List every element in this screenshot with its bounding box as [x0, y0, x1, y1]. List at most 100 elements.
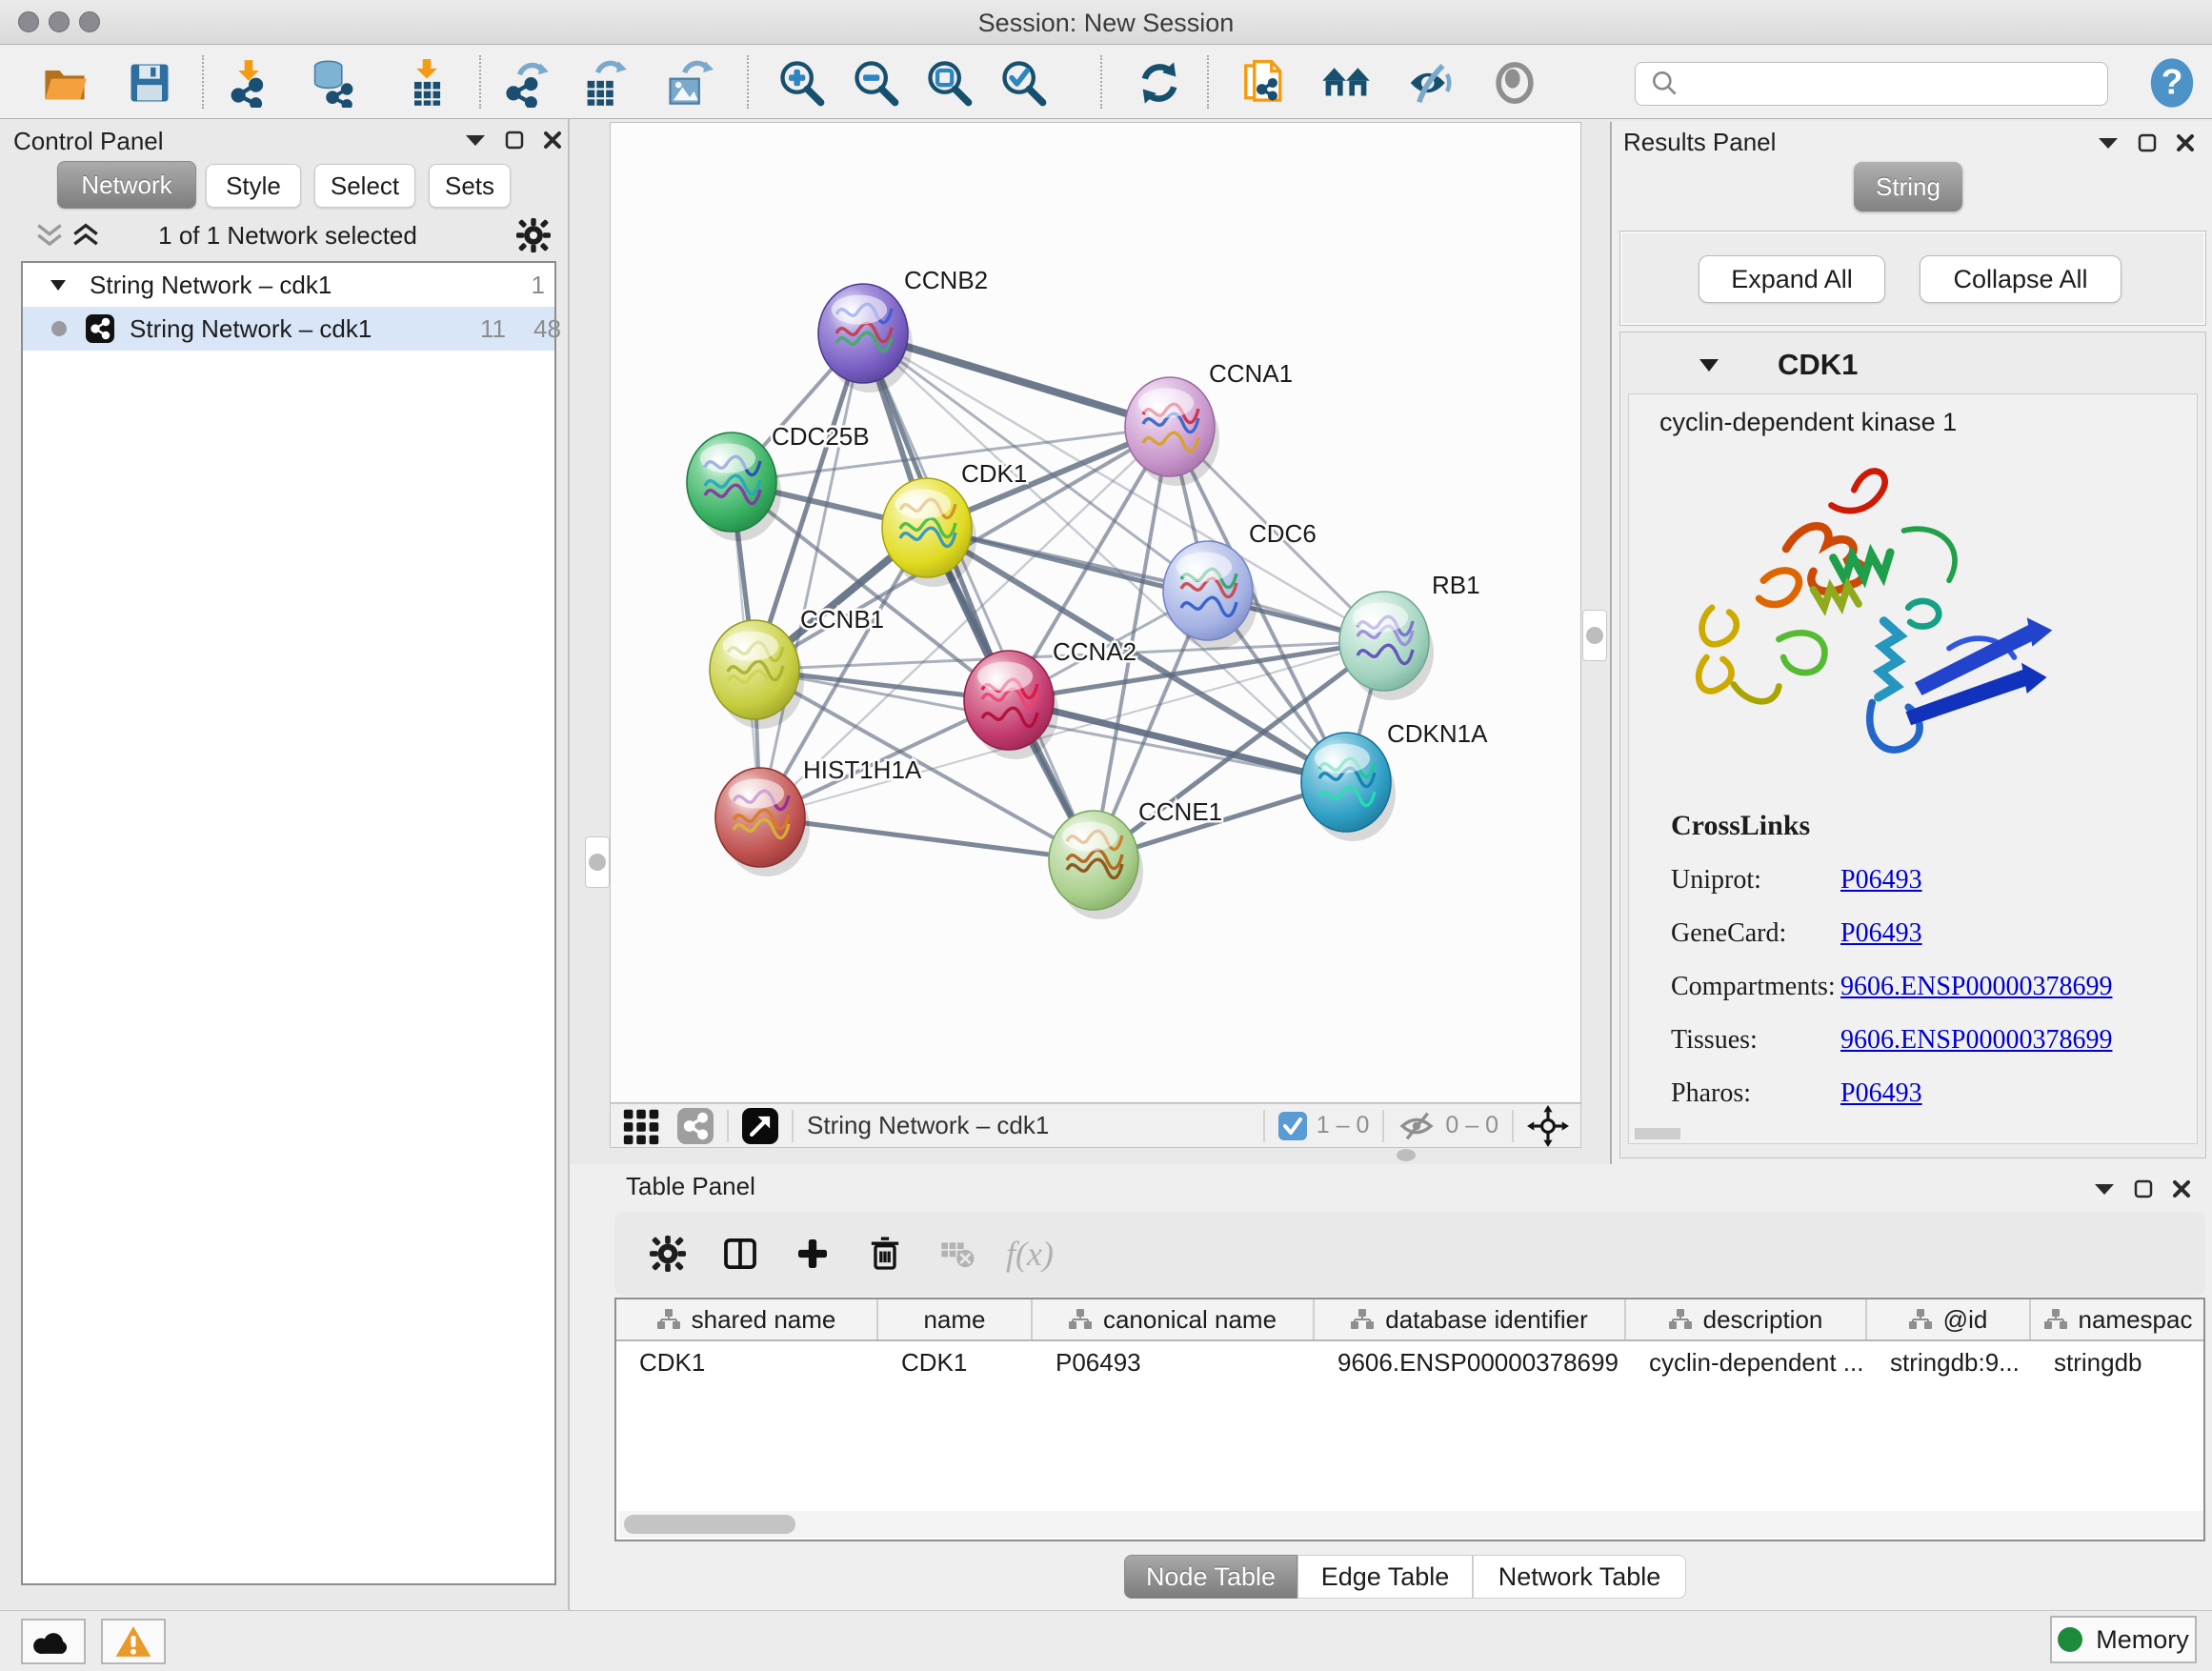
open-session-icon[interactable] [38, 56, 91, 110]
tab-select[interactable]: Select [314, 164, 415, 208]
network-view-share-icon[interactable] [677, 1108, 714, 1144]
crosslink-link[interactable]: P06493 [1840, 865, 1922, 895]
import-table-file-icon[interactable] [400, 56, 453, 110]
float-panel-icon[interactable] [2094, 1182, 2115, 1196]
show-columns-icon[interactable] [704, 1235, 776, 1273]
tab-edge-table[interactable]: Edge Table [1297, 1555, 1473, 1599]
float-panel-icon[interactable] [2098, 136, 2119, 150]
node-label-ccna2: CCNA2 [1053, 637, 1136, 666]
column-header-name[interactable]: name [878, 1299, 1033, 1339]
table-cell[interactable]: cyclin-dependent ... [1626, 1341, 1867, 1383]
hide-selected-icon[interactable] [1403, 56, 1457, 110]
zoom-fit-icon[interactable] [922, 56, 975, 110]
delete-table-icon[interactable] [921, 1235, 994, 1273]
network-node-cdc25b[interactable]: CDC25B [687, 422, 870, 541]
maximize-panel-icon[interactable] [505, 131, 524, 150]
toolbar-separator [792, 1110, 794, 1142]
maximize-panel-icon[interactable] [2138, 133, 2157, 152]
gene-collapse-caret-icon[interactable] [1699, 357, 1719, 372]
table-cell[interactable]: CDK1 [878, 1341, 1033, 1383]
share-network-file-icon[interactable] [1238, 56, 1292, 110]
table-cell[interactable]: P06493 [1033, 1341, 1315, 1383]
network-row-selected[interactable]: String Network – cdk1 11 48 [23, 307, 554, 351]
network-node-rb1[interactable]: RB1 [1339, 571, 1480, 700]
search-input[interactable] [1681, 65, 2107, 103]
close-panel-icon[interactable] [2172, 1179, 2191, 1198]
save-session-icon[interactable] [123, 56, 176, 110]
column-header--id[interactable]: @id [1867, 1299, 2031, 1339]
selected-checkbox-icon[interactable] [1278, 1112, 1307, 1140]
column-header-database-identifier[interactable]: database identifier [1315, 1299, 1626, 1339]
tab-sets[interactable]: Sets [429, 164, 511, 208]
first-neighbors-icon[interactable] [1319, 56, 1373, 110]
table-row[interactable]: CDK1CDK1P064939606.ENSP00000378699cyclin… [616, 1341, 2203, 1383]
export-image-icon[interactable] [662, 56, 715, 110]
table-cell[interactable]: stringdb:9... [1867, 1341, 2031, 1383]
table-cell[interactable]: CDK1 [616, 1341, 878, 1383]
tab-network[interactable]: Network [57, 161, 196, 209]
tab-network-table[interactable]: Network Table [1473, 1555, 1686, 1599]
export-network-icon[interactable] [499, 56, 553, 110]
birds-eye-view-icon[interactable] [1527, 1105, 1569, 1147]
zoom-out-icon[interactable] [849, 56, 902, 110]
import-network-file-icon[interactable] [222, 56, 275, 110]
tab-node-table[interactable]: Node Table [1124, 1555, 1297, 1599]
network-node-ccnb1[interactable]: CCNB1 [710, 605, 884, 729]
crosslink-row: GeneCard:P06493 [1671, 918, 2112, 949]
tab-style[interactable]: Style [206, 164, 301, 208]
expand-all-button[interactable]: Expand All [1699, 255, 1885, 303]
table-h-scrollbar-thumb[interactable] [624, 1515, 795, 1534]
gene-section-header[interactable]: CDK1 [1620, 332, 2205, 393]
refresh-icon[interactable] [1133, 56, 1186, 110]
export-table-icon[interactable] [577, 56, 631, 110]
column-header-description[interactable]: description [1626, 1299, 1867, 1339]
network-options-gear-icon[interactable] [516, 218, 551, 252]
zoom-in-icon[interactable] [774, 56, 828, 110]
table-h-scrollbar[interactable] [618, 1511, 2205, 1538]
horizontal-splitter-dot[interactable] [1397, 1149, 1416, 1161]
network-collection-row[interactable]: String Network – cdk1 1 [23, 263, 554, 307]
table-panel-title: Table Panel [626, 1172, 755, 1201]
float-panel-icon[interactable] [465, 133, 486, 147]
close-panel-icon[interactable] [2176, 133, 2195, 152]
zoom-selected-icon[interactable] [996, 56, 1050, 110]
network-node-cdc6[interactable]: CDC6 [1163, 519, 1317, 650]
detach-view-icon[interactable] [742, 1108, 778, 1144]
crosslink-link[interactable]: P06493 [1840, 1078, 1922, 1108]
network-node-ccne1[interactable]: CCNE1 [1049, 797, 1222, 919]
tab-string[interactable]: String [1854, 162, 1962, 211]
add-column-icon[interactable] [776, 1235, 849, 1273]
table-cell[interactable]: 9606.ENSP00000378699 [1315, 1341, 1626, 1383]
tree-expand-caret-icon[interactable] [50, 278, 67, 292]
column-header-namespac[interactable]: namespac [2031, 1299, 2205, 1339]
network-node-hist1h1a[interactable]: HIST1H1A [715, 755, 922, 876]
network-tree: String Network – cdk1 1 String Network –… [21, 261, 556, 1585]
help-icon[interactable]: ? [2145, 56, 2199, 110]
crosslink-link[interactable]: P06493 [1840, 918, 1922, 948]
network-node-cdkn1a[interactable]: CDKN1A [1301, 719, 1488, 841]
network-node-ccnb2[interactable]: CCNB2 [818, 266, 988, 393]
title-bar: Session: New Session [0, 0, 2212, 45]
table-options-gear-icon[interactable] [632, 1236, 704, 1272]
network-edge[interactable] [760, 817, 1094, 860]
cloud-button[interactable] [21, 1619, 86, 1664]
crosslink-link[interactable]: 9606.ENSP00000378699 [1840, 972, 2112, 1001]
maximize-panel-icon[interactable] [2134, 1179, 2153, 1198]
crosslink-link[interactable]: 9606.ENSP00000378699 [1840, 1025, 2112, 1055]
table-cell[interactable]: stringdb [2031, 1341, 2205, 1383]
column-header-shared-name[interactable]: shared name [616, 1299, 878, 1339]
delete-column-icon[interactable] [849, 1235, 921, 1273]
collapse-all-button[interactable]: Collapse All [1920, 255, 2122, 303]
column-header-canonical-name[interactable]: canonical name [1033, 1299, 1315, 1339]
grid-view-icon[interactable] [620, 1104, 664, 1148]
network-node-ccna1[interactable]: CCNA1 [1125, 359, 1293, 486]
node-table[interactable]: shared namenamecanonical namedatabase id… [614, 1298, 2205, 1541]
warnings-button[interactable] [101, 1619, 166, 1664]
network-canvas[interactable]: CCNB2CCNA1CDC25BCDK1CDC6RB1CCNB1CCNA2CDK… [610, 122, 1581, 1103]
show-all-icon[interactable] [1488, 56, 1541, 110]
close-panel-icon[interactable] [543, 131, 562, 150]
memory-button[interactable]: Memory [2050, 1616, 2197, 1663]
results-scrollbar-nub[interactable] [1635, 1128, 1680, 1139]
import-network-database-icon[interactable] [306, 56, 359, 110]
hidden-eye-icon[interactable] [1398, 1110, 1436, 1142]
